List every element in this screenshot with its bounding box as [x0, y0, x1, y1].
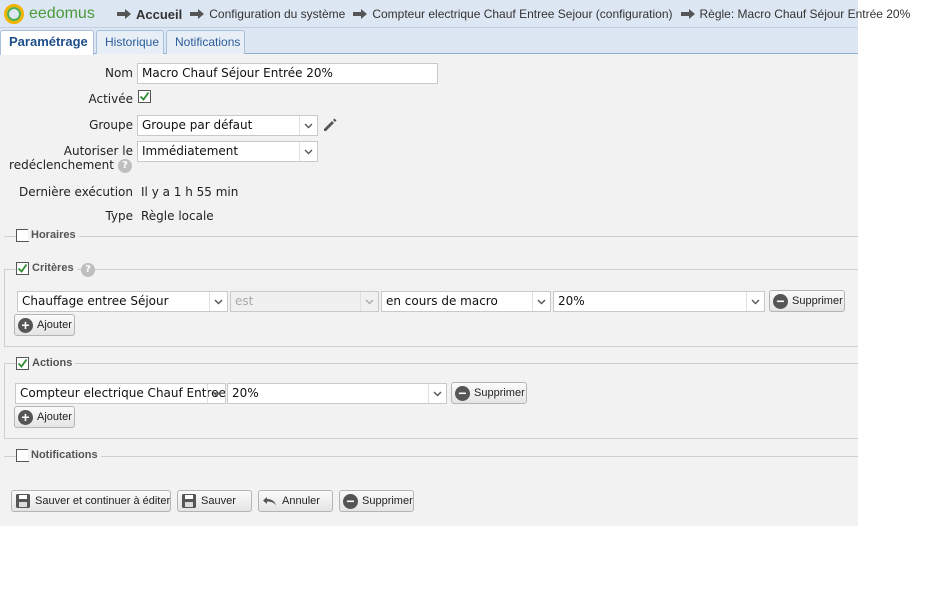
- arrow-right-icon: [353, 9, 368, 19]
- breadcrumb-rule: Règle: Macro Chauf Séjour Entrée 20%: [699, 7, 911, 21]
- logo[interactable]: eedomus: [4, 3, 95, 25]
- cancel-label: Annuler: [282, 495, 320, 507]
- horaires-divider: [4, 236, 858, 237]
- floppy-disk-icon: [182, 494, 196, 508]
- save-continue-button[interactable]: Sauver et continuer à éditer: [11, 490, 171, 512]
- app-root: eedomus Accueil Configuration du système…: [0, 0, 910, 526]
- chevron-down-icon: [532, 292, 550, 311]
- breadcrumb: Accueil Configuration du système Compteu…: [117, 0, 918, 28]
- actions-device-value: Compteur electrique Chauf Entree Sejour: [20, 386, 226, 400]
- notifications-title: Notifications: [28, 449, 101, 461]
- chevron-down-icon: [299, 142, 317, 161]
- checkmark-icon: [17, 263, 28, 273]
- criteres-operator-select: est: [230, 291, 379, 312]
- tab-bar: Paramétrage Historique Notifications: [0, 28, 858, 55]
- criteres-add-button[interactable]: + Ajouter: [14, 314, 75, 336]
- header-bar: eedomus Accueil Configuration du système…: [0, 0, 910, 28]
- plus-circle-icon: +: [18, 409, 33, 425]
- activee-checkbox[interactable]: [138, 90, 151, 103]
- cancel-button[interactable]: Annuler: [258, 490, 333, 512]
- criteres-title: Critères: [29, 262, 77, 274]
- derniere-execution-label: Dernière exécution: [18, 185, 133, 199]
- arrow-right-icon: [117, 9, 131, 19]
- breadcrumb-home[interactable]: Accueil: [136, 7, 182, 22]
- nom-label: Nom: [104, 66, 133, 80]
- minus-circle-icon: −: [773, 293, 788, 309]
- minus-circle-icon: −: [343, 493, 358, 509]
- actions-delete-label: Supprimer: [474, 387, 525, 399]
- autoriser-select-value: Immédiatement: [142, 144, 239, 158]
- plus-circle-icon: +: [18, 317, 33, 333]
- help-icon[interactable]: ?: [118, 159, 132, 173]
- pencil-edit-icon[interactable]: [321, 116, 339, 134]
- derniere-execution-value: Il y a 1 h 55 min: [141, 185, 239, 199]
- undo-arrow-icon: [263, 497, 276, 506]
- delete-button[interactable]: − Supprimer: [339, 490, 414, 512]
- breadcrumb-config[interactable]: Configuration du système: [209, 7, 345, 21]
- save-label: Sauver: [201, 495, 236, 507]
- criteres-delete-label: Supprimer: [792, 295, 843, 307]
- autoriser-label-line2: redéclenchement: [9, 158, 114, 172]
- type-value: Règle locale: [141, 209, 214, 223]
- actions-device-select[interactable]: Compteur electrique Chauf Entree Sejour: [15, 383, 226, 404]
- actions-add-button[interactable]: + Ajouter: [14, 406, 75, 428]
- tab-notifications[interactable]: Notifications: [166, 30, 245, 54]
- actions-add-label: Ajouter: [37, 411, 72, 423]
- eedomus-logo-icon: [4, 4, 24, 24]
- tab-parametrage[interactable]: Paramétrage: [0, 30, 94, 55]
- minus-circle-icon: −: [455, 385, 470, 401]
- chevron-down-icon: [299, 116, 317, 135]
- logo-text: eedomus: [29, 5, 95, 22]
- criteres-delete-button[interactable]: − Supprimer: [769, 290, 845, 312]
- checkmark-icon: [17, 358, 28, 368]
- criteres-checkbox[interactable]: [16, 262, 29, 275]
- criteres-operator-value: est: [235, 294, 254, 308]
- criteres-state-select[interactable]: en cours de macro: [381, 291, 551, 312]
- actions-title: Actions: [29, 357, 76, 369]
- notifications-divider: [4, 456, 858, 457]
- type-label: Type: [105, 209, 133, 223]
- delete-label: Supprimer: [362, 495, 413, 507]
- chevron-down-icon: [428, 384, 446, 403]
- checkmark-icon: [139, 91, 150, 101]
- autoriser-select[interactable]: Immédiatement: [137, 141, 318, 162]
- criteres-device-value: Chauffage entree Séjour: [22, 294, 169, 308]
- criteres-device-select[interactable]: Chauffage entree Séjour: [17, 291, 228, 312]
- groupe-select[interactable]: Groupe par défaut: [137, 115, 318, 136]
- criteres-value-select[interactable]: 20%: [553, 291, 765, 312]
- autoriser-label-line1: Autoriser le: [63, 144, 133, 158]
- arrow-right-icon: [190, 9, 205, 19]
- actions-checkbox[interactable]: [16, 357, 29, 370]
- arrow-right-icon: [680, 9, 695, 19]
- chevron-down-icon: [360, 292, 378, 311]
- help-icon[interactable]: ?: [81, 263, 95, 277]
- save-continue-label: Sauver et continuer à éditer: [35, 495, 171, 507]
- groupe-select-value: Groupe par défaut: [142, 118, 253, 132]
- activee-label: Activée: [88, 92, 133, 106]
- actions-value-value: 20%: [232, 386, 259, 400]
- criteres-value-value: 20%: [558, 294, 585, 308]
- nom-input[interactable]: Macro Chauf Séjour Entrée 20%: [137, 63, 438, 84]
- save-button[interactable]: Sauver: [177, 490, 252, 512]
- chevron-down-icon: [746, 292, 764, 311]
- actions-value-select[interactable]: 20%: [227, 383, 447, 404]
- breadcrumb-device[interactable]: Compteur electrique Chauf Entree Sejour …: [372, 7, 672, 21]
- chevron-down-icon: [207, 384, 225, 403]
- chevron-down-icon: [209, 292, 227, 311]
- groupe-label: Groupe: [89, 118, 133, 132]
- criteres-add-label: Ajouter: [37, 319, 72, 331]
- horaires-title: Horaires: [28, 229, 79, 241]
- tab-historique[interactable]: Historique: [96, 30, 164, 54]
- actions-delete-button[interactable]: − Supprimer: [451, 382, 527, 404]
- criteres-state-value: en cours de macro: [386, 294, 498, 308]
- floppy-disk-icon: [16, 494, 30, 508]
